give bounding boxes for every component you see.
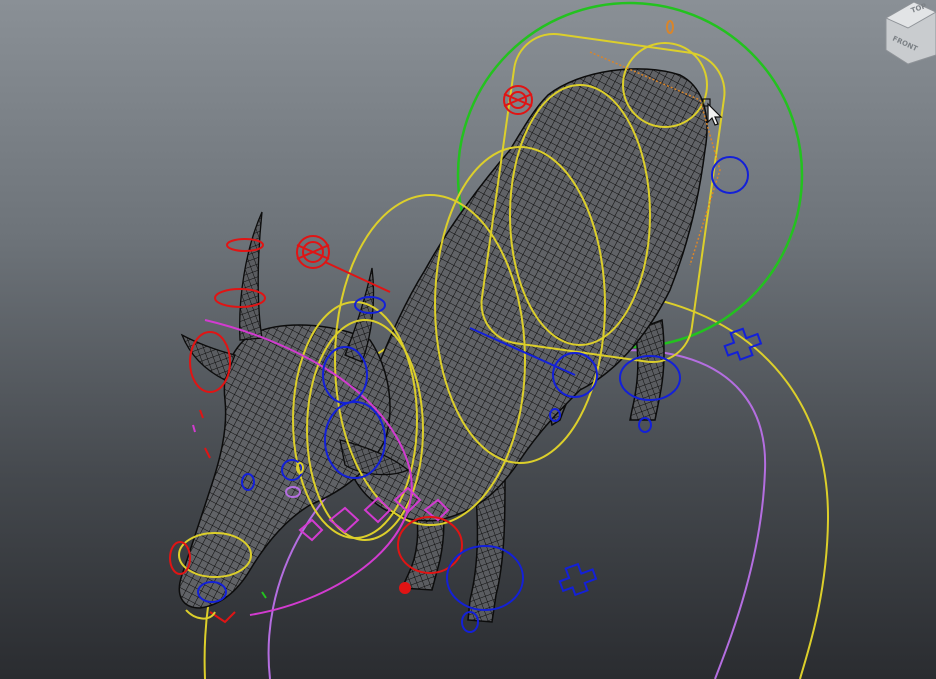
- cow-mesh[interactable]: [178, 68, 708, 623]
- foot-cross-back[interactable]: [721, 325, 763, 363]
- cow-horn-left[interactable]: [239, 211, 263, 341]
- eye-target-left[interactable]: [296, 235, 330, 269]
- hoof-control-front[interactable]: [399, 582, 411, 594]
- tail-tip-control[interactable]: [666, 20, 674, 34]
- scene-canvas[interactable]: [0, 0, 936, 679]
- mouse-cursor-icon: [702, 98, 723, 126]
- tail-target[interactable]: [503, 85, 533, 115]
- foot-cross-front[interactable]: [556, 560, 598, 598]
- hip-blue-ring[interactable]: [711, 156, 749, 194]
- 3d-viewport[interactable]: TOP FRONT: [0, 0, 936, 679]
- viewcube[interactable]: TOP FRONT: [884, 0, 936, 70]
